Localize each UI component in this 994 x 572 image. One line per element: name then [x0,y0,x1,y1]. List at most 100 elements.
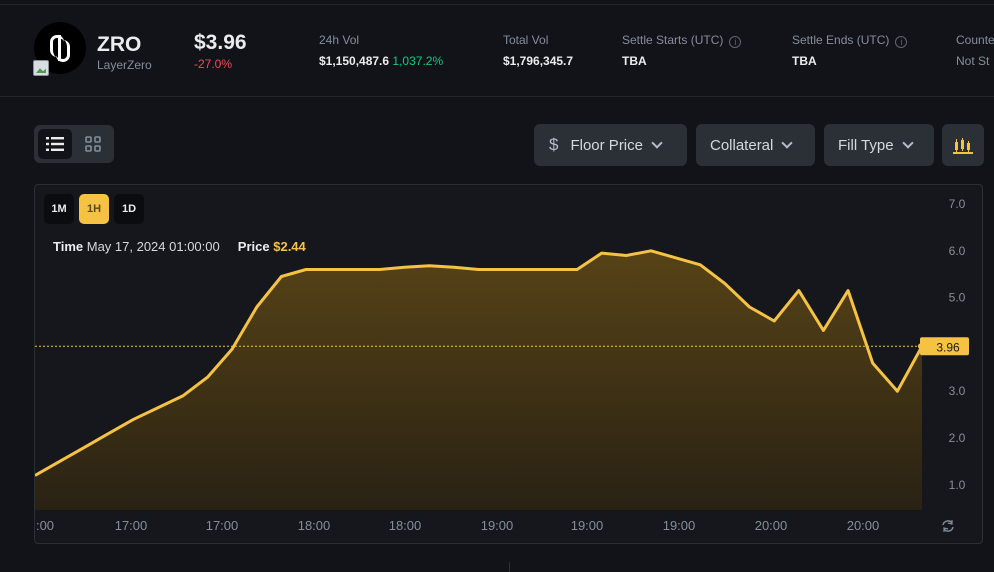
crosshair-legend: Time May 17, 2024 01:00:00 Price $2.44 [53,239,306,254]
asset-symbol: ZRO [97,33,142,56]
stat-label-24h-vol: 24h Vol [319,33,360,47]
price-point [798,290,800,292]
price-area-fill [35,250,922,511]
price-point [527,269,529,270]
interval-1h-button[interactable]: 1H [79,194,109,224]
current-price-dot [918,343,924,350]
stat-label-settle-ends: Settle Ends (UTC) [792,33,890,47]
x-tick-label: 19:00 [663,518,696,533]
price-point [428,265,430,267]
price-point [675,257,677,259]
stat-settle-starts: Settle Starts (UTC) i [622,33,742,48]
floor-price-dropdown[interactable]: $ Floor Price [534,124,687,166]
bottom-divider [509,562,510,572]
candlestick-chart-icon [953,138,973,154]
chevron-down-icon [651,136,663,149]
price-point [354,269,356,270]
y-tick-label: 1.0 [949,478,966,492]
stat-value-settle-starts: TBA [622,54,647,68]
grid-view-button[interactable] [76,129,110,159]
floor-price-label: Floor Price [570,136,643,154]
x-tick-label: 17:00 [206,518,239,533]
x-tick-label: 19:00 [481,518,514,533]
price-point [478,269,479,270]
stat-value-countdown: Not St [956,54,990,68]
collateral-label: Collateral [710,136,774,154]
price-point [872,362,874,364]
price-point [601,252,603,254]
x-tick-label: 19:00 [571,518,604,533]
stat-label-countdown: Counte [956,33,994,47]
info-icon[interactable]: i [729,36,742,48]
chart-toggle-button[interactable] [942,124,984,166]
price-change: -27.0% [194,57,233,71]
fill-type-dropdown[interactable]: Fill Type [824,124,934,166]
stat-label-total-vol: Total Vol [503,33,549,47]
list-icon [46,137,64,151]
stat-value-total-vol: $1,796,345.7 [503,54,574,68]
dollar-icon: $ [549,135,559,154]
price-point [576,269,578,270]
layerzero-logo-icon [47,32,73,64]
price-point [157,407,159,409]
price-point [404,266,406,268]
price-point [59,460,61,462]
price-point [379,269,381,270]
y-tick-label: 5.0 [949,291,966,305]
y-tick-label: 6.0 [949,244,966,258]
stat-24h-vol-change: 1,037.2% [392,54,444,68]
x-tick-label: 18:00 [298,518,331,533]
price-point [773,320,775,322]
list-view-button[interactable] [38,129,72,159]
price-point [625,255,627,256]
price-point [231,348,233,350]
legend-time-value: May 17, 2024 01:00:00 [86,239,220,254]
broken-image-icon [33,60,49,76]
stat-value-settle-ends: TBA [792,54,817,68]
legend-time-label: Time [53,239,84,254]
price-point [256,306,258,308]
x-tick-label: 20:00 [755,518,788,533]
refresh-icon[interactable] [942,520,954,532]
x-tick-label: 20:00 [847,518,880,533]
price-point [280,276,282,277]
price-point [822,329,824,331]
grid-icon [85,136,101,152]
asset-name: LayerZero [97,58,152,72]
price-point [502,269,504,270]
price-point [551,269,553,270]
price-chart-panel: 7.0 6.0 5.0 3.0 2.0 1.0 3.96:00 17:00 17:00 18:00… [34,184,983,544]
interval-1m-button[interactable]: 1M [44,194,74,224]
collateral-dropdown[interactable]: Collateral [696,124,815,166]
price-point [724,283,726,285]
price-point [305,269,307,270]
chevron-down-icon [901,136,914,149]
market-header: ZRO LayerZero $3.96 -27.0% 24h Vol $1,15… [0,0,994,97]
y-tick-label: 7.0 [949,197,966,211]
y-tick-label: 2.0 [949,431,966,445]
stat-value-24h-vol: $1,150,487.6 1,037.2% [319,54,444,68]
price-point [182,395,184,397]
price-point [108,432,110,434]
price-point [330,269,332,270]
price-point [896,390,898,392]
asset-price: $3.96 [194,31,247,54]
price-point [83,446,85,448]
x-tick-label: :00 [36,518,54,533]
price-point [207,376,208,378]
info-icon[interactable]: i [895,36,908,48]
price-point [133,418,135,420]
price-point [699,264,701,266]
stat-label-settle-starts: Settle Starts (UTC) [622,33,724,47]
chevron-down-icon [781,136,794,149]
fill-type-label: Fill Type [838,136,894,154]
price-point [749,306,750,308]
price-point [650,250,652,252]
legend-price-label: Price [237,239,270,254]
x-tick-label: 18:00 [389,518,422,533]
legend-price-value: $2.44 [273,239,306,254]
stat-settle-ends: Settle Ends (UTC) i [792,33,908,48]
price-point [453,266,455,268]
view-toggle [34,125,114,163]
interval-1d-button[interactable]: 1D [114,194,144,224]
